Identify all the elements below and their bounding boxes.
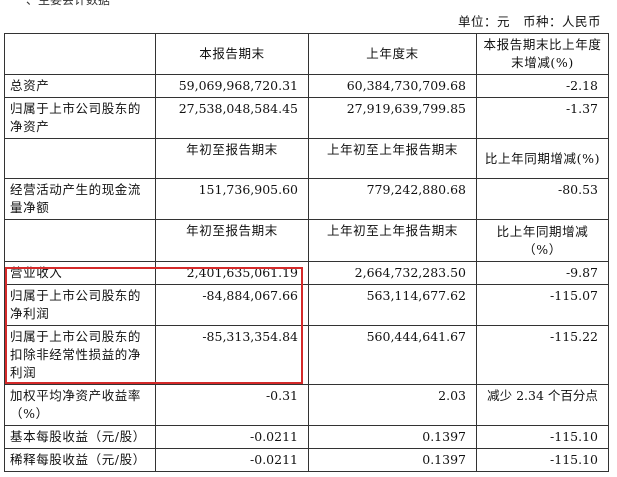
row-label: 稀释每股收益（元/股） [4,448,156,472]
table-row: 归属于上市公司股东的净资产 27,538,048,584.45 27,919,6… [4,97,609,139]
unit-currency-note: 单位：元 币种：人民币 [457,14,601,29]
value-change: -2.18 [476,74,609,98]
value-change: -115.07 [476,284,609,326]
row-label: 基本每股收益（元/股） [4,425,156,449]
col-period-end: 本报告期末 [155,33,309,75]
col-prior-year-end: 上年度末 [308,33,477,75]
header-row-cashflow: 年初至报告期末 上年初至上年报告期末 比上年同期增减(%) [4,138,609,179]
table-row: 营业收入 2,401,635,061.19 2,664,732,283.50 -… [4,261,609,285]
value-prior: 0.1397 [308,425,477,449]
value-current: 59,069,968,720.31 [155,74,309,98]
section-heading-cut: 一、主要会计数据 [14,0,111,7]
table-row: 稀释每股收益（元/股） -0.0211 0.1397 -115.10 [4,448,609,472]
table-row: 归属于上市公司股东的净利润 -84,884,067.66 563,114,677… [4,284,609,326]
value-current: -0.31 [155,384,309,426]
row-label: 归属于上市公司股东的净资产 [4,97,156,139]
value-current: 2,401,635,061.19 [155,261,309,285]
value-change: -115.10 [476,425,609,449]
col-prior-ytd: 上年初至上年报告期末 [308,219,477,262]
col-change-vs-year-end: 本报告期末比上年度末增减(%) [476,33,609,75]
value-prior: 779,242,880.68 [308,178,477,220]
value-current: -0.0211 [155,448,309,472]
value-prior: 0.1397 [308,448,477,472]
value-prior: 563,114,677.62 [308,284,477,326]
value-change: -1.37 [476,97,609,139]
row-label: 归属于上市公司股东的扣除非经常性损益的净利润 [4,325,156,385]
col-yoy-change: 比上年同期增减(%) [476,138,609,179]
value-current: 151,736,905.60 [155,178,309,220]
table-row: 归属于上市公司股东的扣除非经常性损益的净利润 -85,313,354.84 56… [4,325,609,385]
row-label: 加权平均净资产收益率（%） [4,384,156,426]
value-change: -115.10 [476,448,609,472]
header-row-income: 年初至报告期末 上年初至上年报告期末 比上年同期增减（%） [4,219,609,262]
header-blank-cell [4,219,156,262]
financial-data-table: 本报告期末 上年度末 本报告期末比上年度末增减(%) 总资产 59,069,96… [4,33,609,472]
header-row-balance: 本报告期末 上年度末 本报告期末比上年度末增减(%) [4,33,609,75]
row-label: 总资产 [4,74,156,98]
value-prior: 27,919,639,799.85 [308,97,477,139]
table-row: 加权平均净资产收益率（%） -0.31 2.03 减少 2.34 个百分点 [4,384,609,426]
table-row: 总资产 59,069,968,720.31 60,384,730,709.68 … [4,74,609,98]
value-current: -0.0211 [155,425,309,449]
value-change: -9.87 [476,261,609,285]
col-prior-ytd: 上年初至上年报告期末 [308,138,477,179]
col-yoy-change: 比上年同期增减（%） [476,219,609,262]
value-current: 27,538,048,584.45 [155,97,309,139]
table-row: 基本每股收益（元/股） -0.0211 0.1397 -115.10 [4,425,609,449]
col-ytd: 年初至报告期末 [155,138,309,179]
value-change: 减少 2.34 个百分点 [476,384,609,426]
value-change: -80.53 [476,178,609,220]
table-row: 经营活动产生的现金流量净额 151,736,905.60 779,242,880… [4,178,609,220]
row-label: 经营活动产生的现金流量净额 [4,178,156,220]
value-change: -115.22 [476,325,609,385]
col-ytd: 年初至报告期末 [155,219,309,262]
header-blank-cell [4,33,156,75]
value-current: -84,884,067.66 [155,284,309,326]
value-current: -85,313,354.84 [155,325,309,385]
row-label: 营业收入 [4,261,156,285]
header-blank-cell [4,138,156,179]
value-prior: 2.03 [308,384,477,426]
value-prior: 2,664,732,283.50 [308,261,477,285]
row-label: 归属于上市公司股东的净利润 [4,284,156,326]
value-prior: 60,384,730,709.68 [308,74,477,98]
value-prior: 560,444,641.67 [308,325,477,385]
